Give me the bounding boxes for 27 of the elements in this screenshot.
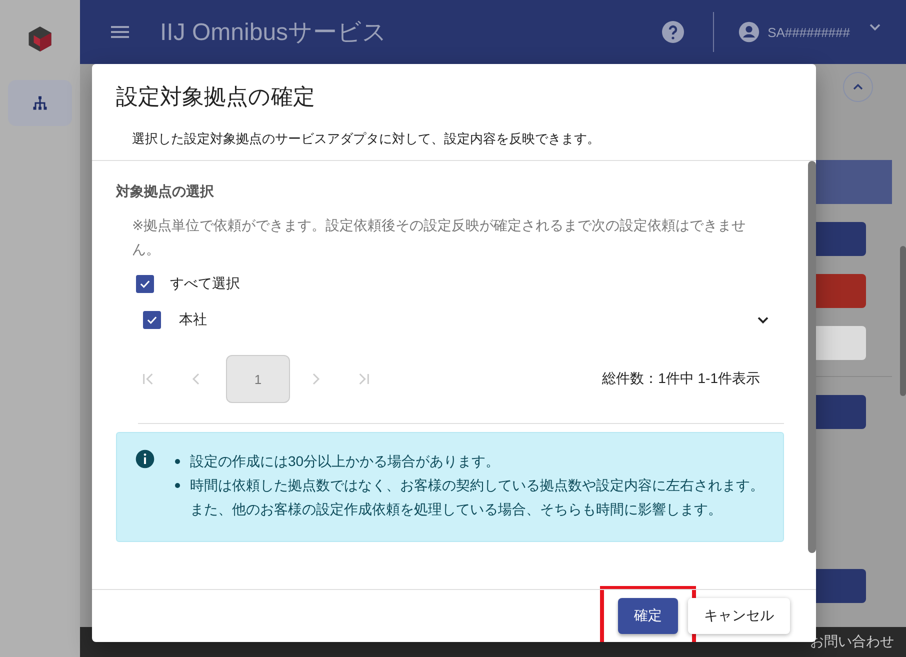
user-name[interactable]: SA######### [768,24,850,40]
page-button[interactable]: 1 [226,355,290,403]
bullet-icon [175,483,180,488]
result-count: 総件数：1件中 1-1件表示 [602,370,760,388]
scroll-top-button[interactable] [843,72,873,102]
confirm-button[interactable]: 確定 [618,598,678,634]
cancel-button[interactable]: キャンセル [688,598,790,634]
info-icon [135,449,155,469]
site-checkbox[interactable] [143,311,161,329]
site-name: 本社 [179,311,207,329]
note-text: ※拠点単位で依頼ができます。設定依頼後その設定反映が確定されるまで次の設定依頼はできません。 [132,216,747,259]
dialog-title: 設定対象拠点の確定 [116,83,316,111]
select-all-label: すべて選択 [170,275,240,293]
info-text: 設定の作成には30分以上かかる場合があります。 [190,452,500,471]
section-title: 対象拠点の選択 [116,183,215,201]
info-text: また、他のお客様の設定作成依頼を処理している場合、そちらも時間に影響します。 [190,500,722,519]
page-scrollbar[interactable] [900,246,906,396]
select-all-checkbox[interactable] [136,275,154,293]
app-title: IIJ Omnibusサービス [160,18,388,48]
bullet-icon [175,459,180,464]
user-avatar-icon[interactable] [738,21,760,43]
dialog-scrollbar[interactable] [808,161,816,553]
help-icon[interactable] [660,20,685,44]
sitemap-nav-item[interactable] [8,80,72,126]
info-text: 時間は依頼した拠点数ではなく、お客様の契約している拠点数や設定内容に左右されます。 [190,476,764,495]
sitemap-icon [31,94,49,112]
dialog-description: 選択した設定対象拠点のサービスアダプタに対して、設定内容を反映できます。 [132,130,601,148]
